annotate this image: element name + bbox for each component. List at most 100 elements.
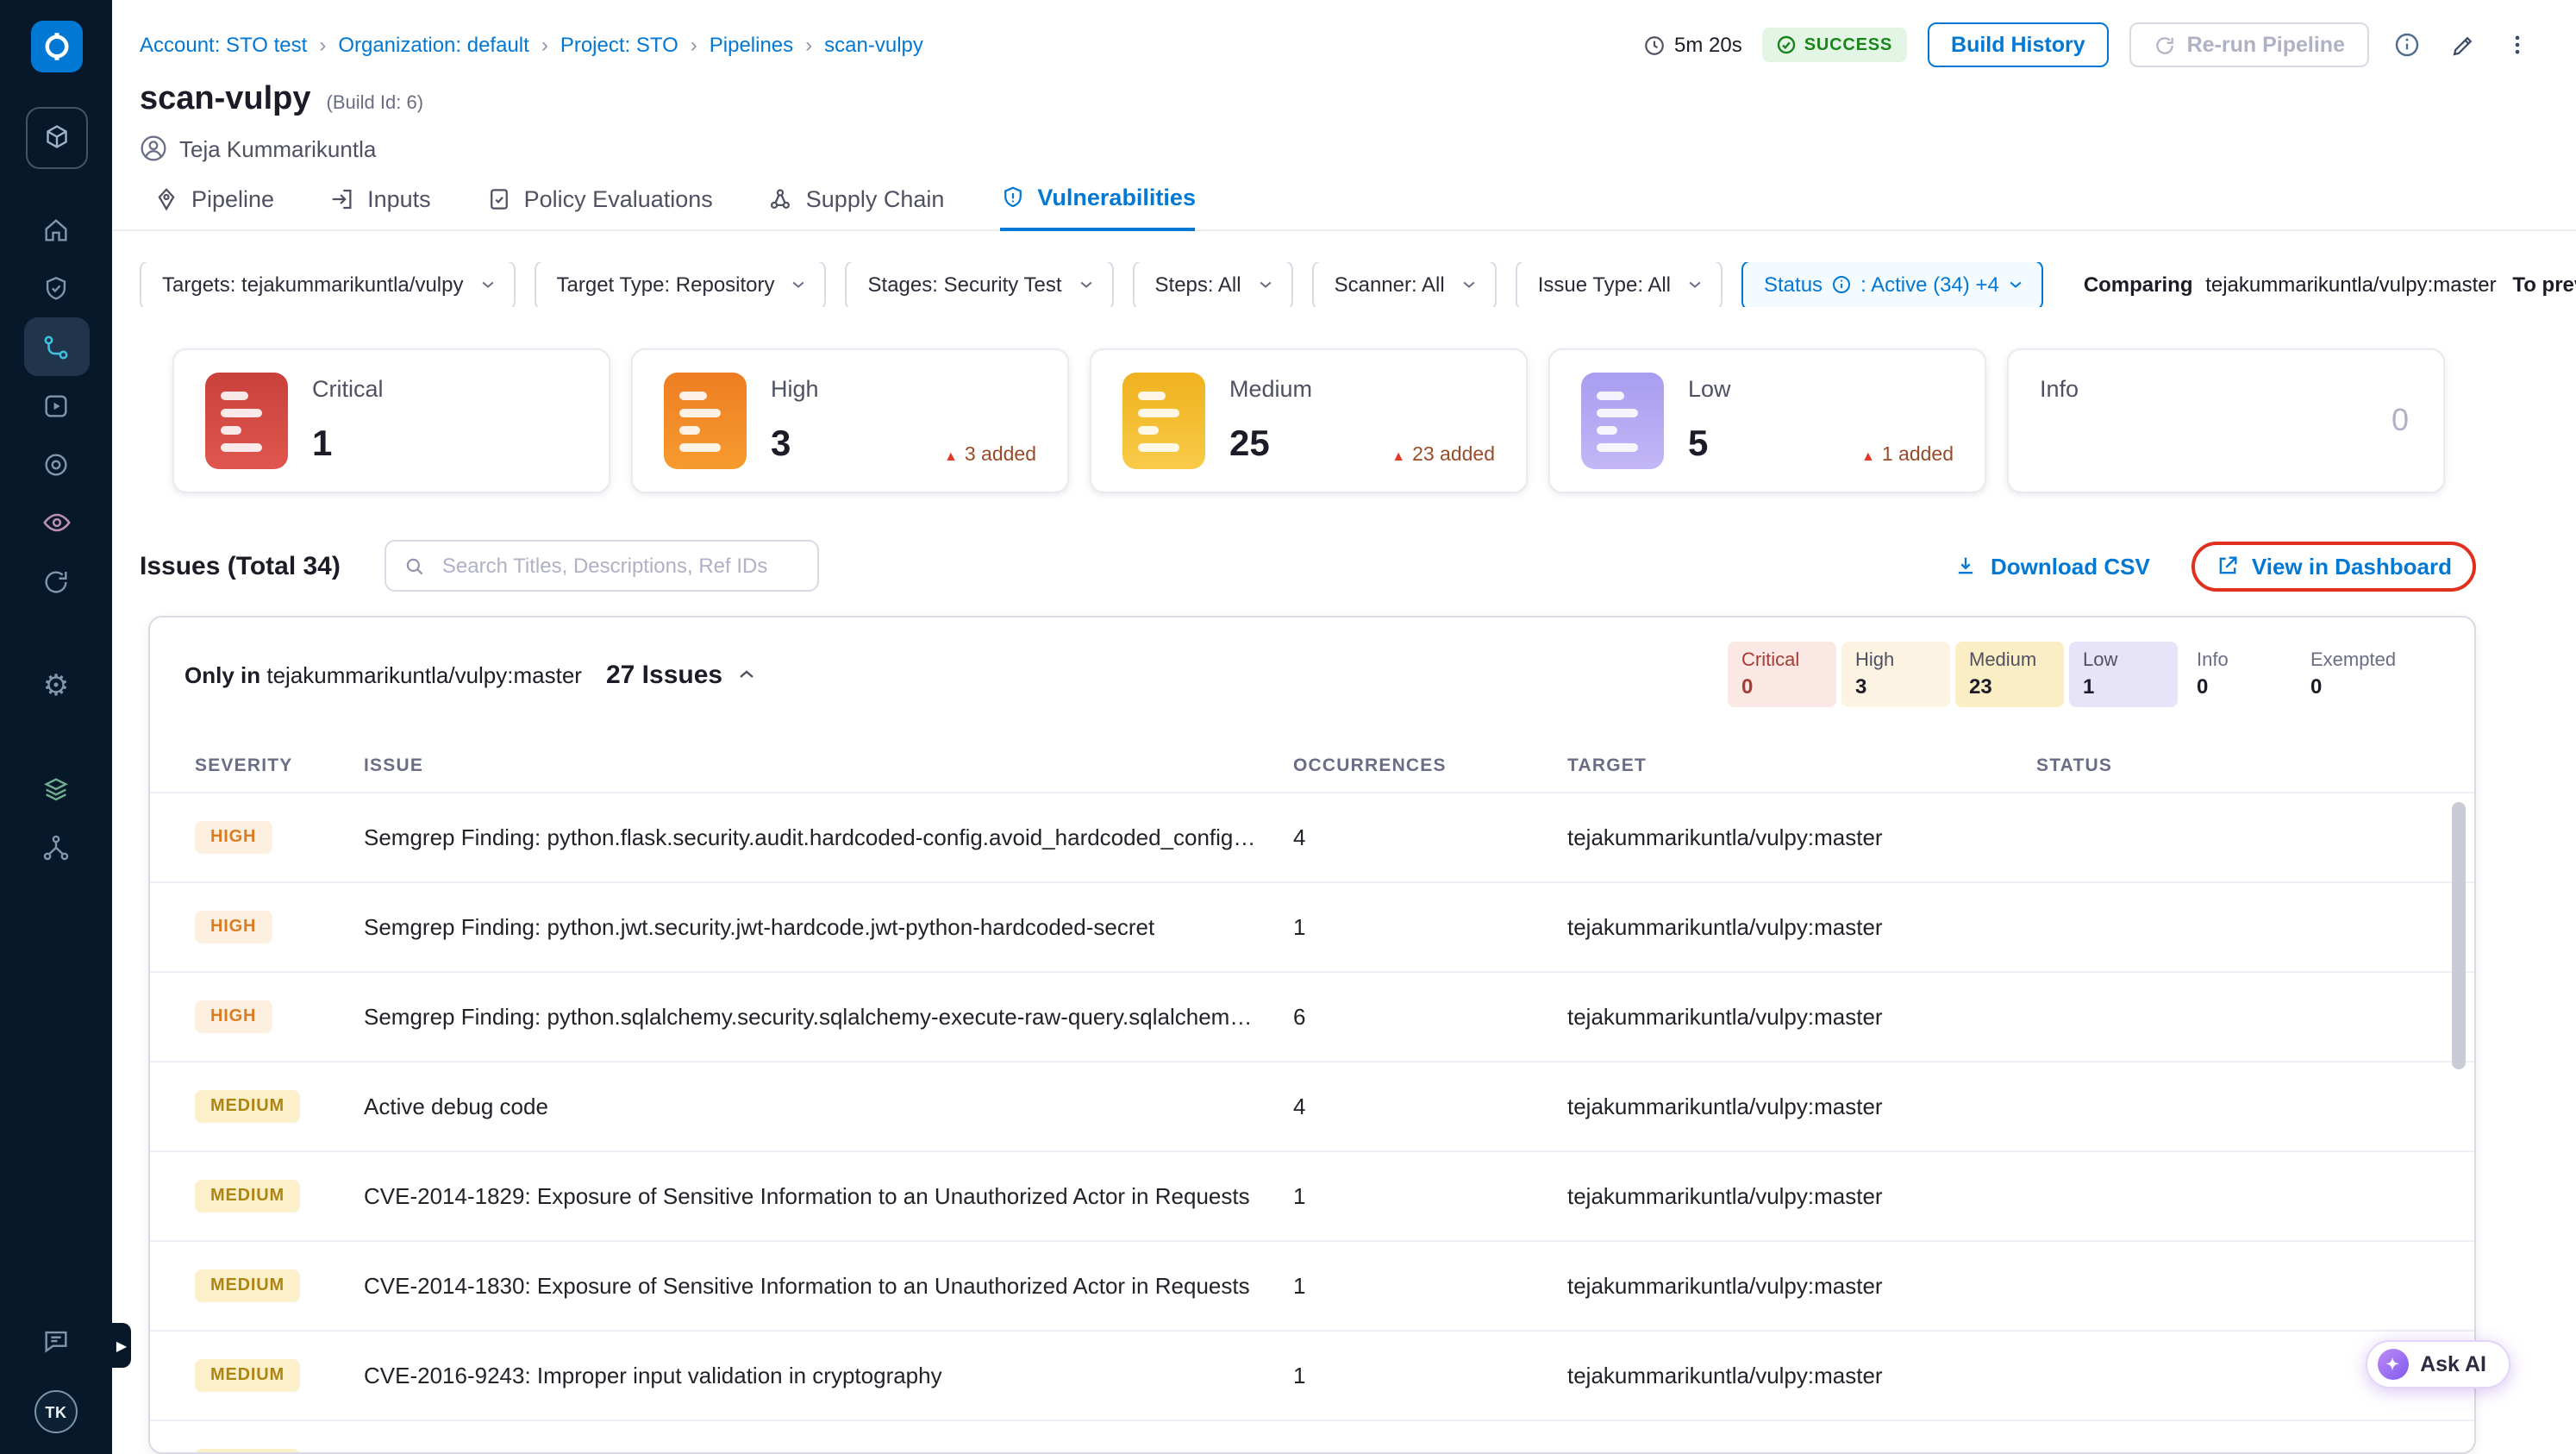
scanner-filter[interactable]: Scanner: All bbox=[1311, 262, 1497, 308]
table-row[interactable]: MEDIUM CVE-2016-9243: Improper input val… bbox=[150, 1330, 2474, 1420]
sidebar-item-organizations[interactable] bbox=[23, 818, 89, 876]
steps-filter[interactable]: Steps: All bbox=[1132, 262, 1293, 308]
status-filter[interactable]: Status : Active (34) +4 bbox=[1741, 262, 2044, 308]
tab-policy-evaluations[interactable]: Policy Evaluations bbox=[486, 185, 713, 229]
table-row[interactable]: HIGH Semgrep Finding: python.jwt.securit… bbox=[150, 881, 2474, 971]
breadcrumb-project[interactable]: Project: STO bbox=[560, 33, 710, 57]
severity-pill: MEDIUM bbox=[195, 1090, 300, 1124]
app: ⚙ TK ▶ Account: STO test › Organization:… bbox=[0, 0, 2576, 1454]
medium-card[interactable]: Medium 25 23 added bbox=[1090, 348, 1528, 494]
more-options-button[interactable] bbox=[2500, 28, 2535, 62]
info-count: 0 bbox=[2391, 403, 2409, 438]
target-value: tejakummarikuntla/vulpy:master bbox=[1567, 1273, 1883, 1300]
target-value: tejakummarikuntla/vulpy:master bbox=[1567, 914, 1883, 941]
tab-vulnerabilities[interactable]: Vulnerabilities bbox=[999, 185, 1196, 231]
search-box[interactable] bbox=[385, 540, 820, 592]
info-button[interactable] bbox=[2390, 28, 2424, 62]
chip-exempted[interactable]: Exempted 0 bbox=[2297, 642, 2405, 707]
info-icon bbox=[2395, 33, 2419, 57]
breadcrumb-pipelines[interactable]: Pipelines bbox=[710, 33, 824, 57]
table-row[interactable]: HIGH Semgrep Finding: python.flask.secur… bbox=[150, 792, 2474, 881]
ask-ai-button[interactable]: ✦ Ask AI bbox=[2365, 1340, 2510, 1388]
chip-info[interactable]: Info 0 bbox=[2183, 642, 2292, 707]
build-history-button[interactable]: Build History bbox=[1927, 22, 2110, 67]
sidebar-nav: ⚙ bbox=[23, 200, 89, 876]
chevron-down-icon bbox=[482, 281, 493, 288]
sidebar-bottom: TK bbox=[23, 1311, 89, 1454]
pipelines-icon bbox=[44, 335, 68, 359]
chevron-down-icon bbox=[1463, 281, 1475, 288]
collapse-chevron-icon[interactable] bbox=[736, 664, 757, 685]
issue-title: Active debug code bbox=[364, 1094, 548, 1120]
edit-pipeline-button[interactable] bbox=[2445, 28, 2479, 62]
rerun-pipeline-button[interactable]: Re-run Pipeline bbox=[2129, 22, 2369, 67]
inputs-tab-icon bbox=[332, 188, 352, 209]
chip-critical[interactable]: Critical 0 bbox=[1728, 642, 1836, 708]
low-label: Low bbox=[1688, 376, 1731, 403]
chip-low[interactable]: Low 1 bbox=[2069, 642, 2178, 708]
ask-ai-label: Ask AI bbox=[2420, 1352, 2486, 1376]
duration: 5m 20s bbox=[1643, 33, 1742, 57]
eye-icon bbox=[42, 513, 70, 532]
high-card[interactable]: High 3 3 added bbox=[631, 348, 1069, 494]
comparing-text: Comparing tejakummarikuntla/vulpy:master… bbox=[2084, 273, 2576, 297]
critical-card[interactable]: Critical 1 bbox=[172, 348, 610, 494]
col-severity: SEVERITY bbox=[195, 755, 293, 777]
view-in-dashboard-label: View in Dashboard bbox=[2251, 553, 2452, 580]
severity-pill: MEDIUM bbox=[195, 1449, 300, 1453]
target-type-filter[interactable]: Target Type: Repository bbox=[534, 262, 827, 308]
target-value: tejakummarikuntla/vulpy:master bbox=[1567, 1094, 1883, 1120]
gear-icon: ⚙ bbox=[42, 668, 70, 701]
tab-pipeline[interactable]: Pipeline bbox=[153, 185, 274, 229]
low-card[interactable]: Low 5 1 added bbox=[1548, 348, 1986, 494]
module-selector[interactable] bbox=[25, 107, 87, 169]
chip-high[interactable]: High 3 bbox=[1841, 642, 1950, 708]
sidebar-expand-handle[interactable]: ▶ bbox=[112, 1323, 131, 1368]
sidebar-item-pipelines[interactable] bbox=[23, 317, 89, 376]
supply-chain-tab-icon bbox=[771, 188, 791, 209]
view-in-dashboard-button[interactable]: View in Dashboard bbox=[2216, 553, 2452, 579]
rerun-icon bbox=[2156, 36, 2174, 53]
issue-type-filter[interactable]: Issue Type: All bbox=[1515, 262, 1723, 308]
table-row[interactable]: MEDIUM bbox=[150, 1420, 2474, 1453]
severity-pill: MEDIUM bbox=[195, 1269, 300, 1303]
sidebar-item-targets[interactable] bbox=[23, 435, 89, 493]
search-input[interactable] bbox=[438, 552, 801, 580]
table-row[interactable]: MEDIUM CVE-2014-1829: Exposure of Sensit… bbox=[150, 1150, 2474, 1240]
author-name: Teja Kummarikuntla bbox=[179, 135, 377, 161]
target-value: tejakummarikuntla/vulpy:master bbox=[1567, 1183, 1883, 1210]
sidebar-item-home[interactable] bbox=[23, 200, 89, 259]
sidebar-item-security[interactable] bbox=[23, 259, 89, 317]
harness-logo-icon bbox=[44, 33, 68, 60]
sidebar-item-gitops[interactable] bbox=[23, 552, 89, 611]
group-count: 27 Issues bbox=[605, 660, 723, 690]
sidebar-item-test-intelligence[interactable] bbox=[23, 493, 89, 552]
chip-medium[interactable]: Medium 23 bbox=[1955, 642, 2064, 708]
policy-tab-icon bbox=[490, 188, 508, 209]
table-row[interactable]: HIGH Semgrep Finding: python.sqlalchemy.… bbox=[150, 971, 2474, 1061]
sidebar-item-settings[interactable]: ⚙ bbox=[23, 655, 89, 714]
high-count: 3 bbox=[771, 424, 791, 465]
breadcrumb-org[interactable]: Organization: default bbox=[338, 33, 560, 57]
tab-inputs[interactable]: Inputs bbox=[329, 185, 431, 229]
occurrences-value: 4 bbox=[1293, 824, 1306, 851]
sidebar-item-feedback[interactable] bbox=[23, 1311, 89, 1369]
table-scrollbar[interactable] bbox=[2452, 802, 2466, 1070]
targets-filter[interactable]: Targets: tejakummarikuntla/vulpy bbox=[140, 262, 516, 308]
viewport: ⚙ TK ▶ Account: STO test › Organization:… bbox=[0, 0, 2576, 1454]
comparing-suffix[interactable]: To previous scan bbox=[2512, 273, 2576, 297]
breadcrumb-current[interactable]: scan-vulpy bbox=[824, 33, 923, 57]
sidebar-item-executions[interactable] bbox=[23, 376, 89, 435]
info-card[interactable]: Info 0 bbox=[2007, 348, 2445, 494]
occurrences-value: 1 bbox=[1293, 1363, 1306, 1389]
download-csv-button[interactable]: Download CSV bbox=[1954, 553, 2150, 579]
sidebar-item-environments[interactable] bbox=[23, 759, 89, 818]
breadcrumb-account[interactable]: Account: STO test bbox=[140, 33, 338, 57]
tab-supply-chain[interactable]: Supply Chain bbox=[768, 185, 944, 229]
stages-filter[interactable]: Stages: Security Test bbox=[845, 262, 1114, 308]
table-row[interactable]: MEDIUM CVE-2014-1830: Exposure of Sensit… bbox=[150, 1240, 2474, 1330]
user-avatar[interactable]: TK bbox=[34, 1390, 78, 1433]
table-row[interactable]: MEDIUM Active debug code 4 tejakummariku… bbox=[150, 1061, 2474, 1150]
severity-cards: Critical 1 High 3 3 added Medi bbox=[112, 348, 2576, 494]
harness-logo[interactable] bbox=[30, 21, 82, 72]
